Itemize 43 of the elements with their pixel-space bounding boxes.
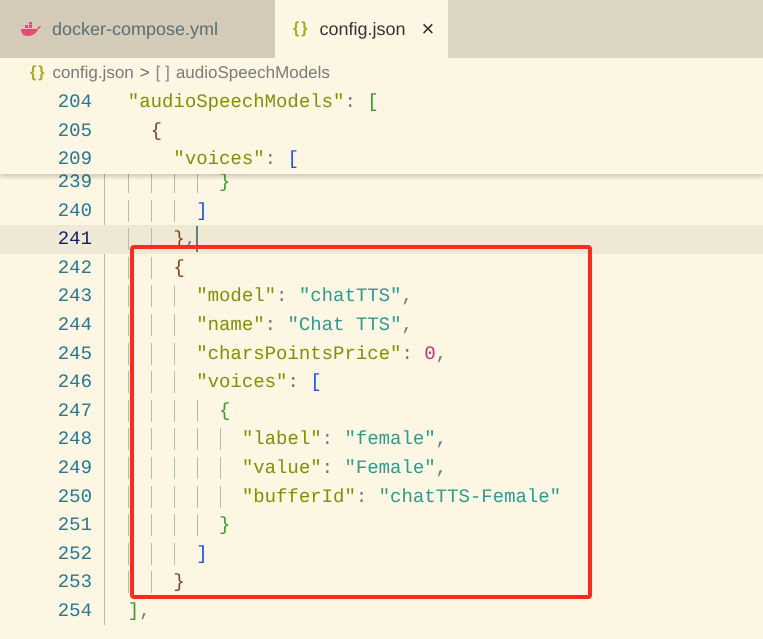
line-number: 204	[56, 91, 92, 114]
code-line: {	[105, 256, 185, 279]
code-line: "label": "female",	[105, 428, 448, 450]
line-number: 248	[56, 428, 92, 450]
line-number: 244	[56, 314, 92, 336]
line-number: 250	[56, 486, 92, 508]
line-number: 246	[56, 371, 92, 394]
code-line: "charsPointsPrice": 0,	[105, 342, 448, 365]
line-number: 247	[56, 400, 92, 422]
line-number: 240	[56, 200, 92, 222]
whale-icon	[20, 22, 42, 36]
breadcrumb-item[interactable]: [ ] audioSpeechModels	[156, 63, 330, 83]
code-line: {	[150, 120, 162, 142]
close-icon[interactable]: ×	[422, 16, 434, 42]
line-number: 209	[56, 148, 92, 170]
code-line: }	[105, 571, 185, 594]
code-line: }	[105, 514, 230, 536]
line-number: 251	[56, 514, 92, 536]
code-line: "voices": [	[105, 371, 322, 394]
line-number: 249	[56, 457, 92, 480]
editor-tab[interactable]: {} config.json ×	[275, 0, 448, 58]
editor-tab[interactable]: docker-compose.yml	[0, 0, 275, 58]
line-number: 205	[56, 120, 92, 142]
code-line: "voices": [	[172, 148, 299, 170]
code-line: "audioSpeechModels": [	[126, 91, 379, 114]
code-line: "bufferId": "chatTTS-Female"	[105, 486, 562, 508]
line-number: 253	[56, 571, 92, 594]
line-number: 239	[56, 171, 92, 194]
code-line: {	[105, 400, 230, 422]
line-number: 252	[56, 542, 92, 565]
code-line: ]	[105, 200, 208, 222]
code-line: ],	[126, 600, 151, 622]
line-number: 241	[56, 228, 92, 250]
line-number: 242	[56, 256, 92, 279]
breadcrumb-item[interactable]: {} config.json	[30, 63, 134, 83]
breadcrumb-separator: >	[140, 63, 150, 83]
code-line: "model": "chatTTS",	[105, 285, 413, 308]
line-number: 245	[56, 342, 92, 365]
code-line: "value": "Female",	[105, 457, 448, 480]
code-line: ]	[105, 542, 208, 565]
code-line: "name": "Chat TTS",	[105, 314, 413, 336]
line-number: 243	[56, 285, 92, 308]
line-number: 254	[56, 600, 92, 622]
